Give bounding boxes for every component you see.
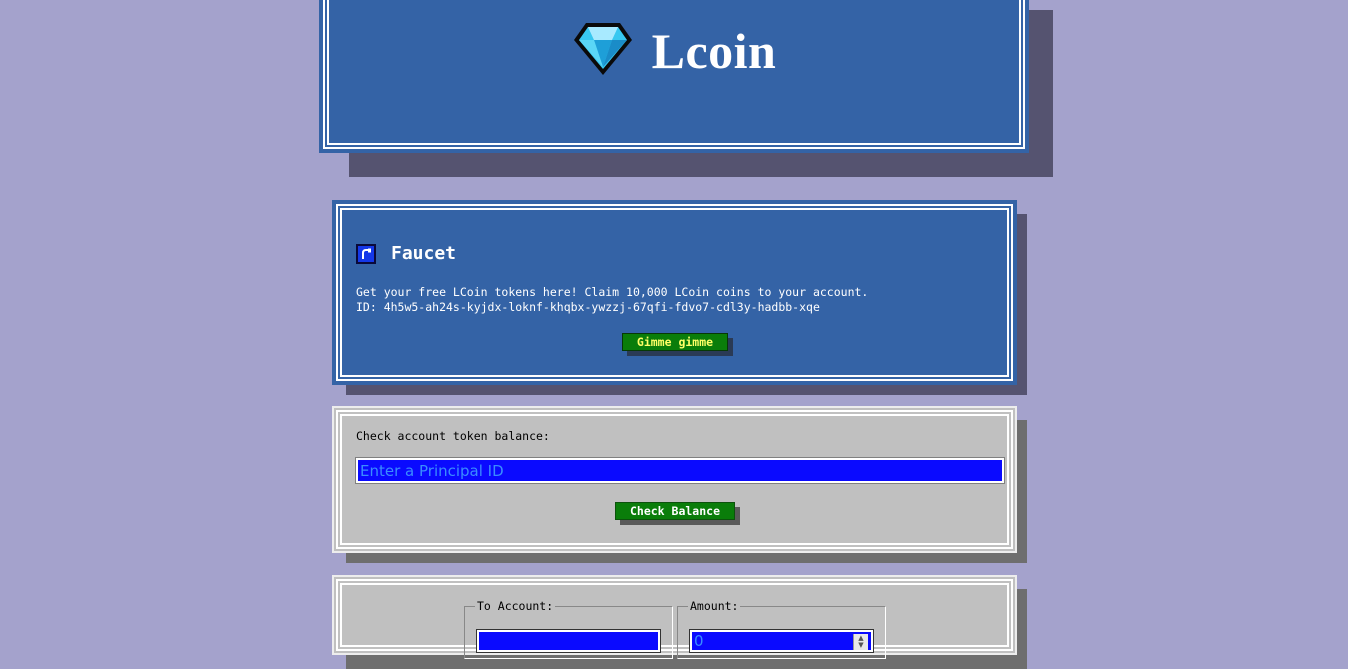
principal-id-input[interactable] <box>355 457 1005 484</box>
app-title: Lcoin <box>651 23 777 79</box>
to-account-group: To Account: <box>464 599 673 659</box>
app-header: Lcoin <box>319 0 1029 153</box>
faucet-title: Faucet <box>391 243 457 264</box>
amount-spinner[interactable]: ▲ ▼ <box>853 634 868 650</box>
faucet-panel: Faucet Get your free LCoin tokens here! … <box>332 200 1017 385</box>
chevron-down-icon[interactable]: ▼ <box>858 642 863 649</box>
balance-panel: Check account token balance: Check Balan… <box>332 406 1017 553</box>
diamond-icon <box>572 20 634 82</box>
faucet-icon <box>356 243 376 264</box>
to-account-input[interactable] <box>476 629 661 653</box>
balance-label: Check account token balance: <box>356 429 550 443</box>
amount-label: Amount: <box>690 599 739 613</box>
faucet-description-line1: Get your free LCoin tokens here! Claim 1… <box>356 285 869 299</box>
faucet-principal-id: ID: 4h5w5-ah24s-kyjdx-loknf-khqbx-ywzzj-… <box>356 300 820 314</box>
to-account-label: To Account: <box>477 599 554 613</box>
amount-input[interactable]: 0 ▲ ▼ <box>689 629 874 653</box>
faucet-description: Get your free LCoin tokens here! Claim 1… <box>356 285 868 315</box>
amount-value: 0 <box>694 632 704 650</box>
check-balance-button[interactable]: Check Balance <box>615 502 735 520</box>
transfer-panel: To Account: Amount: 0 ▲ ▼ <box>332 575 1017 659</box>
gimme-gimme-button[interactable]: Gimme gimme <box>622 333 728 351</box>
brand: Lcoin <box>321 20 1027 82</box>
amount-group: Amount: 0 ▲ ▼ <box>677 599 886 659</box>
